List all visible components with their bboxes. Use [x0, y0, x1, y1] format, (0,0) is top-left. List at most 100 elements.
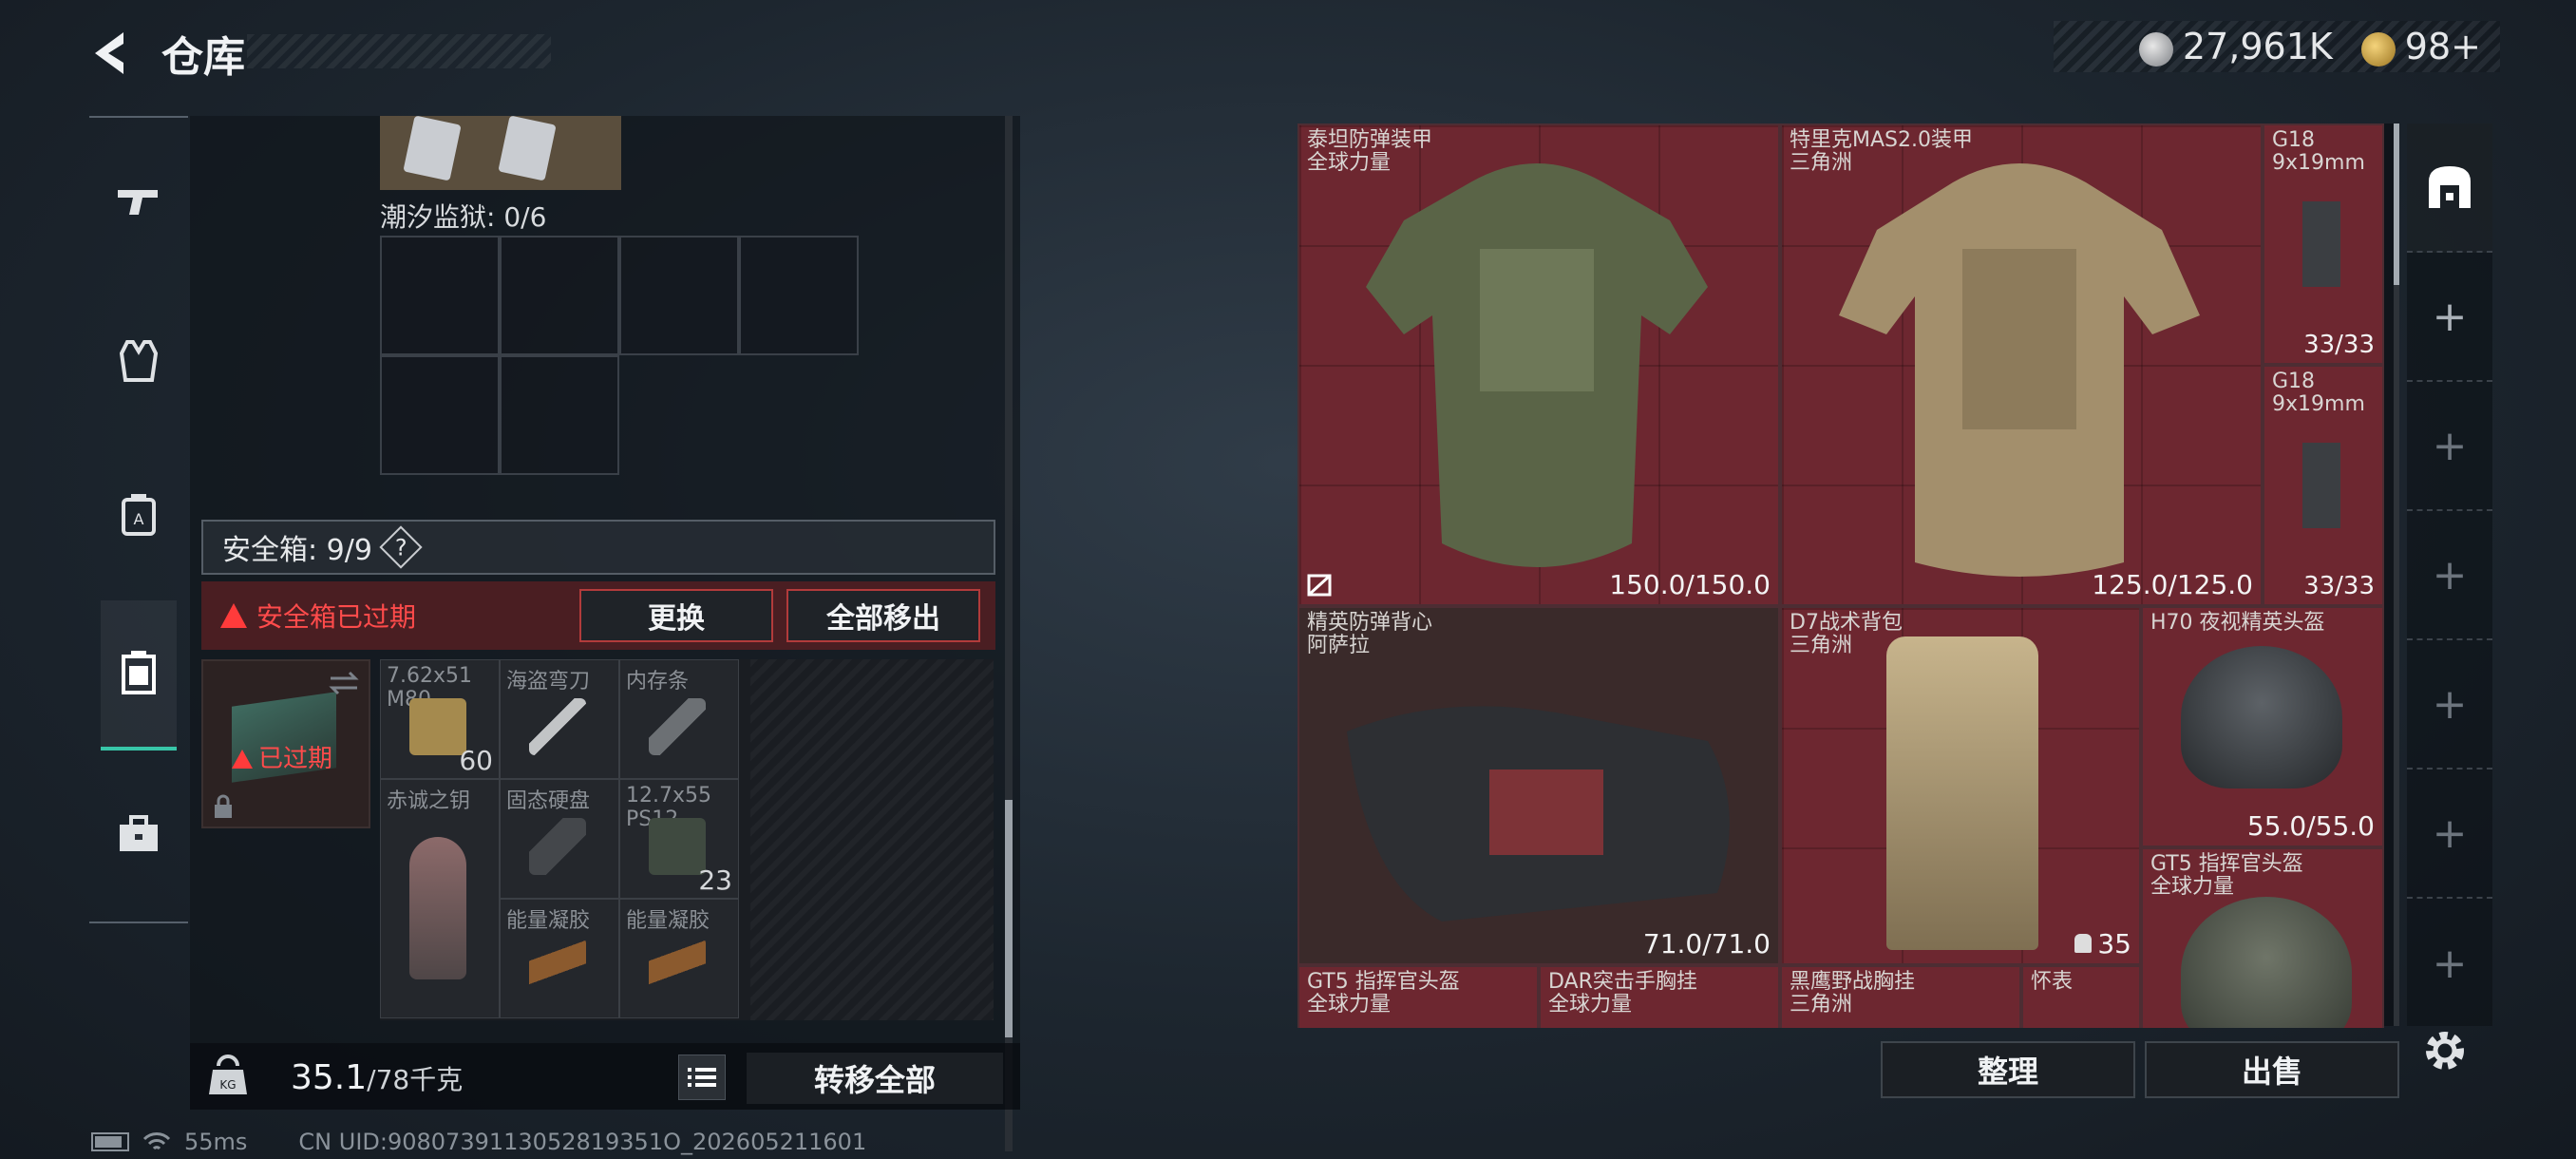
card-item-icon	[403, 115, 462, 181]
card-item-icon	[498, 115, 557, 181]
item-name: 精英防弹背心 阿萨拉	[1307, 611, 1433, 657]
item-name: GT5 指挥官头盔 全球力量	[1307, 970, 1460, 1016]
armor-icon	[1839, 163, 2200, 577]
gel-icon	[529, 938, 586, 995]
item-energy-gel[interactable]: 能量凝胶	[619, 899, 739, 1018]
stash-item-g18[interactable]: G18 9x19mm 33/33	[2263, 365, 2384, 606]
list-icon	[688, 1068, 716, 1087]
item-ammo-count: 33/33	[2303, 331, 2375, 359]
svg-text:A: A	[134, 510, 144, 528]
item-ssd[interactable]: 固态硬盘	[500, 779, 619, 899]
gold-amount: 98+	[2404, 26, 2481, 67]
warning-icon	[232, 750, 253, 769]
grid-cell[interactable]	[380, 355, 500, 475]
safebox-icon	[122, 651, 156, 694]
ssd-icon	[529, 818, 586, 875]
item-name: 特里克MAS2.0装甲 三角洲	[1790, 128, 1973, 175]
help-icon[interactable]: ?	[379, 525, 423, 569]
item-ammo-127[interactable]: 12.7x55 PS12 23	[619, 779, 739, 899]
category-rail: A	[89, 116, 188, 923]
transfer-all-button[interactable]: 转移全部	[747, 1053, 1003, 1104]
rail-safebox[interactable]	[101, 600, 177, 750]
move-all-button[interactable]: 全部移出	[786, 589, 980, 642]
gear-icon[interactable]	[2418, 1024, 2472, 1077]
stash-item-blackhawk-rig[interactable]: 黑鹰野战胸挂 三角洲	[1780, 965, 2021, 1028]
item-energy-gel[interactable]: 能量凝胶	[500, 899, 619, 1018]
toolbox-icon	[120, 815, 158, 851]
stash-tab-main[interactable]	[2407, 124, 2492, 253]
gold-coin-icon	[2360, 31, 2396, 66]
list-view-button[interactable]	[678, 1054, 726, 1100]
item-name: G18 9x19mm	[2272, 370, 2365, 416]
item-name: DAR突击手胸挂 全球力量	[1548, 970, 1697, 1016]
stash-item-gt5-helmet[interactable]: GT5 指挥官头盔 全球力量	[2141, 847, 2384, 1028]
add-tab-button[interactable]: +	[2407, 382, 2492, 511]
currency-display: 27,961K 98+	[2054, 21, 2500, 72]
helmet-icon	[2181, 646, 2342, 788]
replace-button[interactable]: 更换	[579, 589, 773, 642]
item-memory-stick[interactable]: 内存条	[619, 659, 739, 779]
item-durability: 71.0/71.0	[1642, 928, 1771, 960]
item-ammo-762[interactable]: 7.62x51 M80 60	[380, 659, 500, 779]
safebox-counter: 安全箱: 9/9	[222, 534, 372, 567]
stash-item-pocket-watch[interactable]: 怀表	[2021, 965, 2141, 1028]
page-title: 仓库	[161, 33, 245, 82]
stash-main-icon	[2429, 166, 2471, 208]
grid-cell[interactable]	[500, 236, 619, 355]
add-tab-button[interactable]: +	[2407, 640, 2492, 770]
svg-text:KG: KG	[219, 1078, 236, 1092]
knife-icon	[529, 698, 586, 755]
stash-item-d7-backpack[interactable]: D7战术背包 三角洲 35	[1780, 606, 2141, 965]
stash-item-titan-armor[interactable]: 泰坦防弹装甲 全球力量 150.0/150.0	[1297, 124, 1780, 606]
grid-cell[interactable]	[500, 355, 619, 475]
item-name: GT5 指挥官头盔 全球力量	[2150, 852, 2303, 899]
no-insure-icon	[1307, 574, 1332, 597]
left-scroll-thumb[interactable]	[1005, 800, 1013, 1037]
prison-counter: 潮汐监狱: 0/6	[380, 201, 547, 233]
item-pirate-sword[interactable]: 海盗弯刀	[500, 659, 619, 779]
tidy-button[interactable]: 整理	[1881, 1041, 2135, 1098]
grid-cell[interactable]	[619, 236, 739, 355]
stash-item-dar-rig[interactable]: DAR突击手胸挂 全球力量	[1539, 965, 1780, 1028]
item-name: G18 9x19mm	[2272, 128, 2365, 175]
stash-scroll-thumb[interactable]	[2394, 124, 2399, 285]
stash-tab-rail: + + + + + +	[2407, 124, 2492, 1026]
add-tab-button[interactable]: +	[2407, 253, 2492, 382]
rail-backpack[interactable]: A	[103, 479, 175, 551]
add-tab-button[interactable]: +	[2407, 770, 2492, 899]
item-key[interactable]: 赤诚之钥	[380, 779, 500, 1018]
stash-item-elite-vest[interactable]: 精英防弹背心 阿萨拉 71.0/71.0	[1297, 606, 1780, 965]
safebox-header: 安全箱: 9/9 ?	[201, 520, 995, 575]
uid-text: CN UID:9080739113052819351O_202605211601	[298, 1129, 867, 1155]
safebox-slot[interactable]: 已过期	[201, 659, 370, 828]
pistol-icon	[2302, 443, 2340, 528]
item-durability: 125.0/125.0	[2092, 569, 2253, 600]
vest-icon	[120, 340, 158, 382]
item-capacity: 35	[2074, 928, 2131, 960]
lock-icon	[215, 794, 232, 818]
swap-icon[interactable]	[327, 669, 361, 697]
item-durability: 150.0/150.0	[1609, 569, 1771, 600]
back-arrow-icon	[95, 32, 123, 74]
stash-item-g18[interactable]: G18 9x19mm 33/33	[2263, 124, 2384, 365]
item-durability: 55.0/55.0	[2246, 810, 2375, 842]
backpack-icon: A	[122, 494, 156, 536]
add-tab-button[interactable]: +	[2407, 511, 2492, 640]
prison-item-thumbnail[interactable]	[380, 115, 621, 190]
stash-item-h70-helmet[interactable]: H70 夜视精英头盔 55.0/55.0	[2141, 606, 2384, 847]
status-bar: 55ms CN UID:9080739113052819351O_2026052…	[91, 1129, 866, 1155]
silver-coin-icon	[2138, 31, 2173, 66]
rail-weapons[interactable]	[103, 165, 175, 238]
gold-currency[interactable]: 98+	[2360, 26, 2481, 67]
stash-panel: 泰坦防弹装甲 全球力量 150.0/150.0 特里克MAS2.0装甲 三角洲 12…	[1297, 124, 2399, 1028]
stash-item-gt5-helmet[interactable]: GT5 指挥官头盔 全球力量	[1297, 965, 1539, 1028]
rail-toolbox[interactable]	[103, 798, 175, 870]
grid-cell[interactable]	[739, 236, 859, 355]
stash-item-mas-armor[interactable]: 特里克MAS2.0装甲 三角洲 125.0/125.0	[1780, 124, 2263, 606]
grid-cell[interactable]	[380, 236, 500, 355]
add-tab-button[interactable]: +	[2407, 899, 2492, 1028]
back-button[interactable]	[85, 27, 139, 80]
silver-amount: 27,961K	[2182, 26, 2333, 67]
rail-armor[interactable]	[103, 325, 175, 397]
sell-button[interactable]: 出售	[2145, 1041, 2399, 1098]
